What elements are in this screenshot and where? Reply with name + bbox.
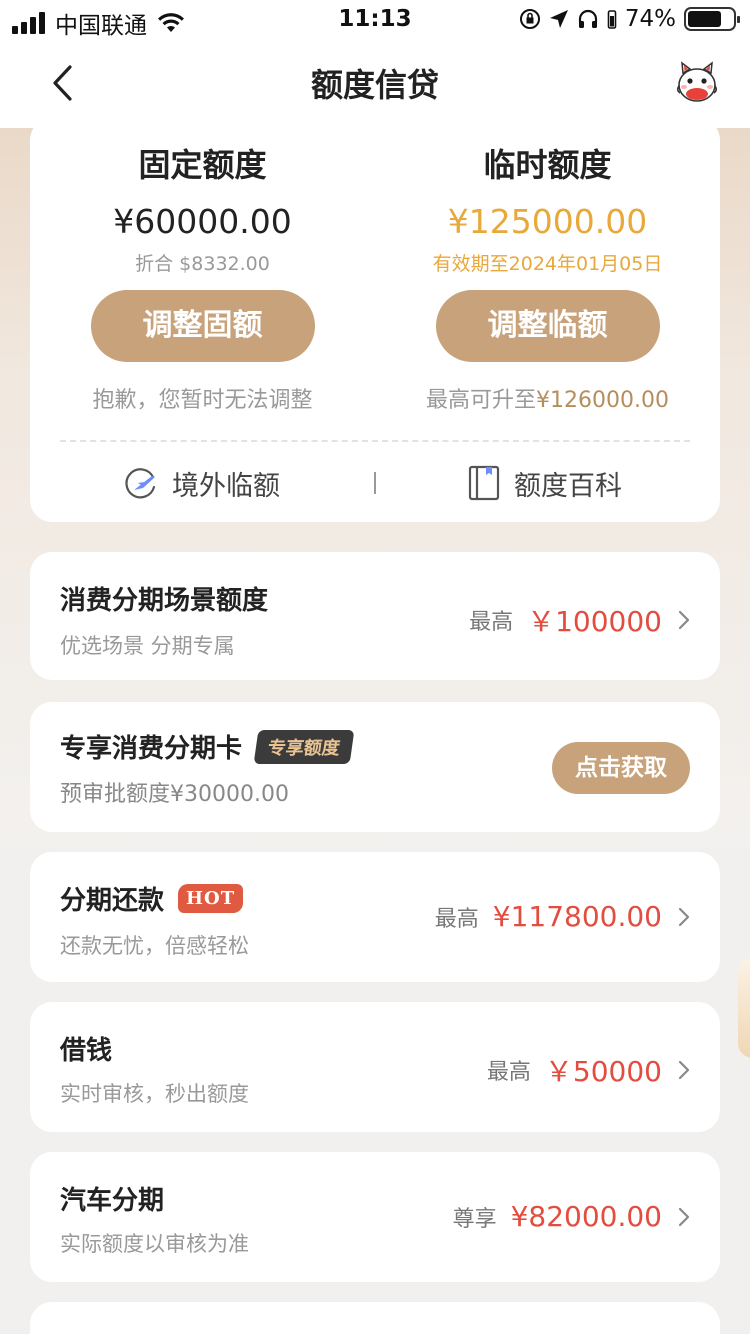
list-item-title: 汽车分期 [60,1186,165,1216]
list-item-prefix: 最高 [434,906,479,932]
list-item-installment-scene-quota[interactable]: 消费分期场景额度 优选场景 分期专属 最高 ￥100000 [30,552,720,680]
page-title: 额度信贷 [310,66,439,104]
temp-quota-note-prefix: 最高可升至 [426,388,537,413]
headphone-battery-icon [607,10,617,29]
fixed-quota-amount: ¥60000.00 [113,202,292,241]
temp-quota-max-value: ¥126000.00 [536,388,669,413]
list-item-title: 分期还款 [60,886,165,916]
overseas-temp-quota-link[interactable]: 境外临额 [122,458,280,508]
chevron-right-icon [678,610,690,630]
adjust-fixed-quota-button[interactable]: 调整固额 [90,290,315,362]
fixed-quota-title: 固定额度 [138,146,267,184]
list-item-partial[interactable] [30,1302,720,1334]
temp-quota-validity: 有效期至2024年01月05日 [432,253,663,275]
mascot-icon[interactable] [674,60,720,106]
floating-widget-edge[interactable] [738,958,750,1058]
rotation-lock-icon [519,9,540,29]
list-item-title: 消费分期场景额度 [60,586,269,616]
list-item-amount: ￥100000 [527,605,662,638]
temp-quota-amount: ¥125000.00 [447,202,648,241]
link-separator [374,472,376,494]
temp-quota-section: 临时额度 ¥125000.00 有效期至2024年01月05日 调整临额 最高可… [375,140,720,414]
book-icon [468,465,500,501]
fixed-quota-note: 抱歉，您暂时无法调整 [92,388,313,413]
hot-badge: HOT [178,884,244,913]
fixed-quota-usd: 折合 $8332.00 [135,253,270,275]
temp-quota-note: 最高可升至¥126000.00 [375,382,720,414]
exclusive-quota-badge: 专享额度 [253,729,355,764]
list-item-prefix: 最高 [486,1060,531,1085]
chevron-right-icon [678,907,690,926]
list-item-amount: ¥117800.00 [492,900,662,933]
battery-percentage: 74% [624,6,676,32]
list-item-car-installment[interactable]: 汽车分期 实际额度以审核为准 尊享 ¥82000.00 [30,1152,720,1282]
list-item-subtitle: 优选场景 分期专属 [60,634,235,658]
divider [60,440,690,442]
fixed-quota-section: 固定额度 ¥60000.00 折合 $8332.00 调整固额 抱歉，您暂时无法… [30,140,375,414]
location-icon [549,10,568,28]
headphones-icon [578,9,597,28]
quota-wiki-link[interactable]: 额度百科 [468,458,622,508]
adjust-temp-quota-button[interactable]: 调整临额 [435,290,660,362]
list-item-amount: ¥82000.00 [510,1200,662,1233]
list-item-title: 借钱 [60,1036,113,1066]
temp-quota-title: 临时额度 [483,146,612,184]
list-item-amount: ￥50000 [544,1055,662,1088]
navigation-bar: 额度信贷 [0,40,750,128]
list-item-exclusive-installment-card[interactable]: 专享消费分期卡 专享额度 预审批额度¥30000.00 点击获取 [30,702,720,832]
get-card-button[interactable]: 点击获取 [552,742,690,794]
list-item-subtitle: 还款无忧，倍感轻松 [60,934,249,958]
list-item-subtitle: 预审批额度¥30000.00 [60,782,289,807]
list-item-prefix: 最高 [469,610,514,635]
list-item-subtitle: 实时审核，秒出额度 [60,1082,249,1106]
quota-wiki-label: 额度百科 [514,470,622,502]
list-item-subtitle: 实际额度以审核为准 [60,1232,249,1256]
list-item-prefix: 尊享 [452,1206,497,1232]
battery-icon [684,7,740,31]
status-bar: 中国联通 11:13 74% [0,0,750,40]
list-item-installment-repayment[interactable]: 分期还款 HOT 还款无忧，倍感轻松 最高 ¥117800.00 [30,852,720,982]
quota-card: 固定额度 ¥60000.00 折合 $8332.00 调整固额 抱歉，您暂时无法… [30,118,720,522]
list-item-borrow-money[interactable]: 借钱 实时审核，秒出额度 最高 ￥50000 [30,1002,720,1132]
plane-icon [125,468,156,499]
chevron-right-icon [678,1207,690,1226]
overseas-temp-quota-label: 境外临额 [172,470,280,502]
chevron-right-icon [678,1060,690,1080]
list-item-title: 专享消费分期卡 [60,734,243,764]
